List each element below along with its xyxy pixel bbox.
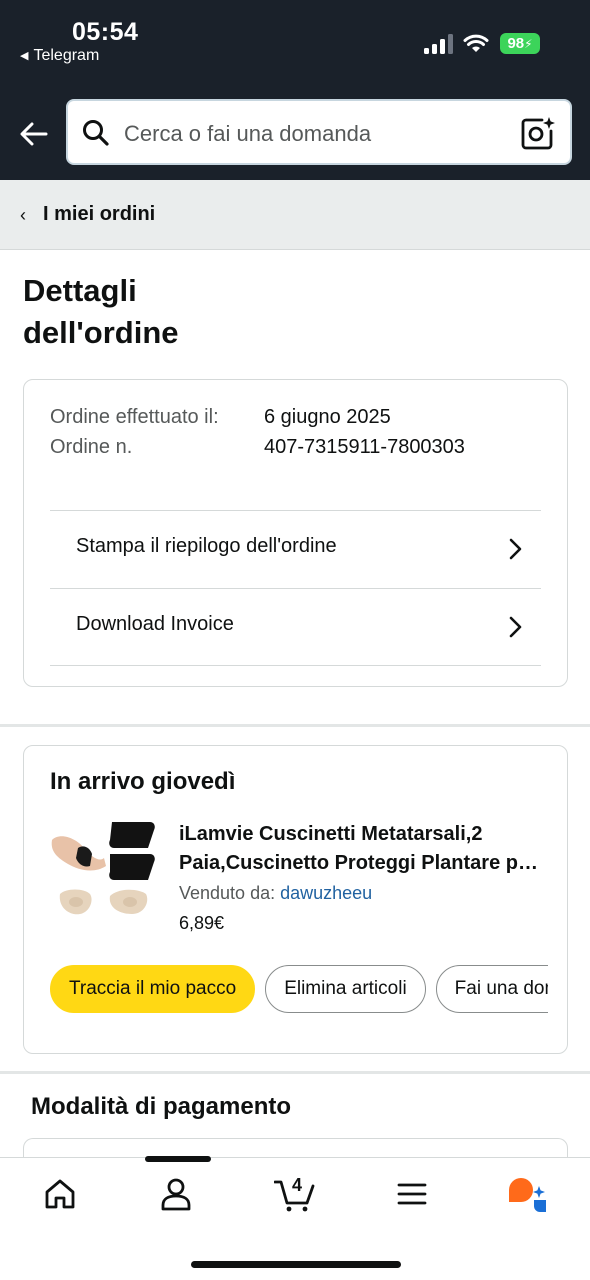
order-number-value: 407-7315911-7800303 xyxy=(264,436,465,458)
order-date-value: 6 giugno 2025 xyxy=(264,406,391,428)
order-summary-card: Ordine effettuato il: Ordine n. 6 giugno… xyxy=(23,379,568,687)
back-app-label: Telegram xyxy=(33,47,100,64)
chevron-right-icon xyxy=(509,538,522,560)
section-divider xyxy=(0,724,590,727)
chevron-left-icon: ‹ xyxy=(20,205,26,225)
shipment-card: In arrivo giovedì iLamvie Cuscinetti Met… xyxy=(23,745,568,1054)
print-summary-row[interactable]: Stampa il riepilogo dell'ordine xyxy=(50,510,541,588)
breadcrumb-label[interactable]: I miei ordini xyxy=(43,203,155,226)
product-image[interactable] xyxy=(50,818,160,926)
payment-section-title: Modalità di pagamento xyxy=(31,1093,292,1120)
rufus-assistant-icon[interactable] xyxy=(508,1176,550,1212)
chevron-right-icon xyxy=(509,616,522,638)
seller-info: Venduto da: dawuzheeu xyxy=(179,883,372,904)
product-price: 6,89€ xyxy=(179,913,225,933)
product-title-link[interactable]: iLamvie Cuscinetti Metatarsali,2 Paia,Cu… xyxy=(179,820,549,878)
back-triangle-icon: ◀ xyxy=(20,50,29,62)
ask-question-button[interactable]: Fai una domanda xyxy=(435,965,548,1013)
account-icon[interactable] xyxy=(158,1176,194,1212)
camera-search-icon[interactable] xyxy=(520,115,556,151)
menu-icon[interactable] xyxy=(394,1176,430,1212)
order-values: 6 giugno 2025 407-7315911-7800303 xyxy=(264,402,465,462)
page-title: Dettagli dell'ordine xyxy=(23,273,179,350)
home-indicator xyxy=(191,1261,401,1268)
order-labels: Ordine effettuato il: Ordine n. xyxy=(50,402,240,462)
home-icon[interactable] xyxy=(42,1176,78,1212)
search-input[interactable]: Cerca o fai una domanda xyxy=(124,121,371,147)
order-date-label: Ordine effettuato il: xyxy=(50,406,219,428)
search-icon xyxy=(83,120,109,146)
track-package-button[interactable]: Traccia il mio pacco xyxy=(50,965,256,1013)
seller-label: Venduto da: xyxy=(179,883,276,903)
search-bar[interactable]: Cerca o fai una domanda xyxy=(66,99,572,165)
download-invoice-label: Download Invoice xyxy=(76,613,234,635)
order-number-label: Ordine n. xyxy=(50,436,133,458)
tab-indicator xyxy=(145,1156,211,1162)
bottom-tab-bar: 4 xyxy=(0,1156,590,1280)
battery-icon: 98⚡ xyxy=(500,33,540,54)
seller-link[interactable]: dawuzheeu xyxy=(280,883,372,903)
section-divider xyxy=(0,1071,590,1074)
back-to-app-link[interactable]: ◀ Telegram xyxy=(20,47,99,65)
remove-items-button[interactable]: Elimina articoli xyxy=(265,965,426,1013)
cart-count-badge: 4 xyxy=(292,1175,303,1195)
breadcrumb[interactable]: ‹ I miei ordini xyxy=(0,180,590,250)
download-invoice-row[interactable]: Download Invoice xyxy=(50,588,541,666)
battery-level: 98 xyxy=(507,35,525,52)
status-time: 05:54 xyxy=(72,18,139,46)
back-arrow-icon[interactable] xyxy=(18,118,50,150)
shipment-status: In arrivo giovedì xyxy=(50,768,236,795)
app-header: 05:54 ◀ Telegram 98⚡ Cerca o fai una doma… xyxy=(0,0,590,180)
shipment-actions: Traccia il mio pacco Elimina articoli Fai … xyxy=(50,965,548,1015)
print-summary-label: Stampa il riepilogo dell'ordine xyxy=(76,535,337,557)
cellular-signal-icon xyxy=(424,34,454,54)
wifi-icon xyxy=(463,34,489,52)
